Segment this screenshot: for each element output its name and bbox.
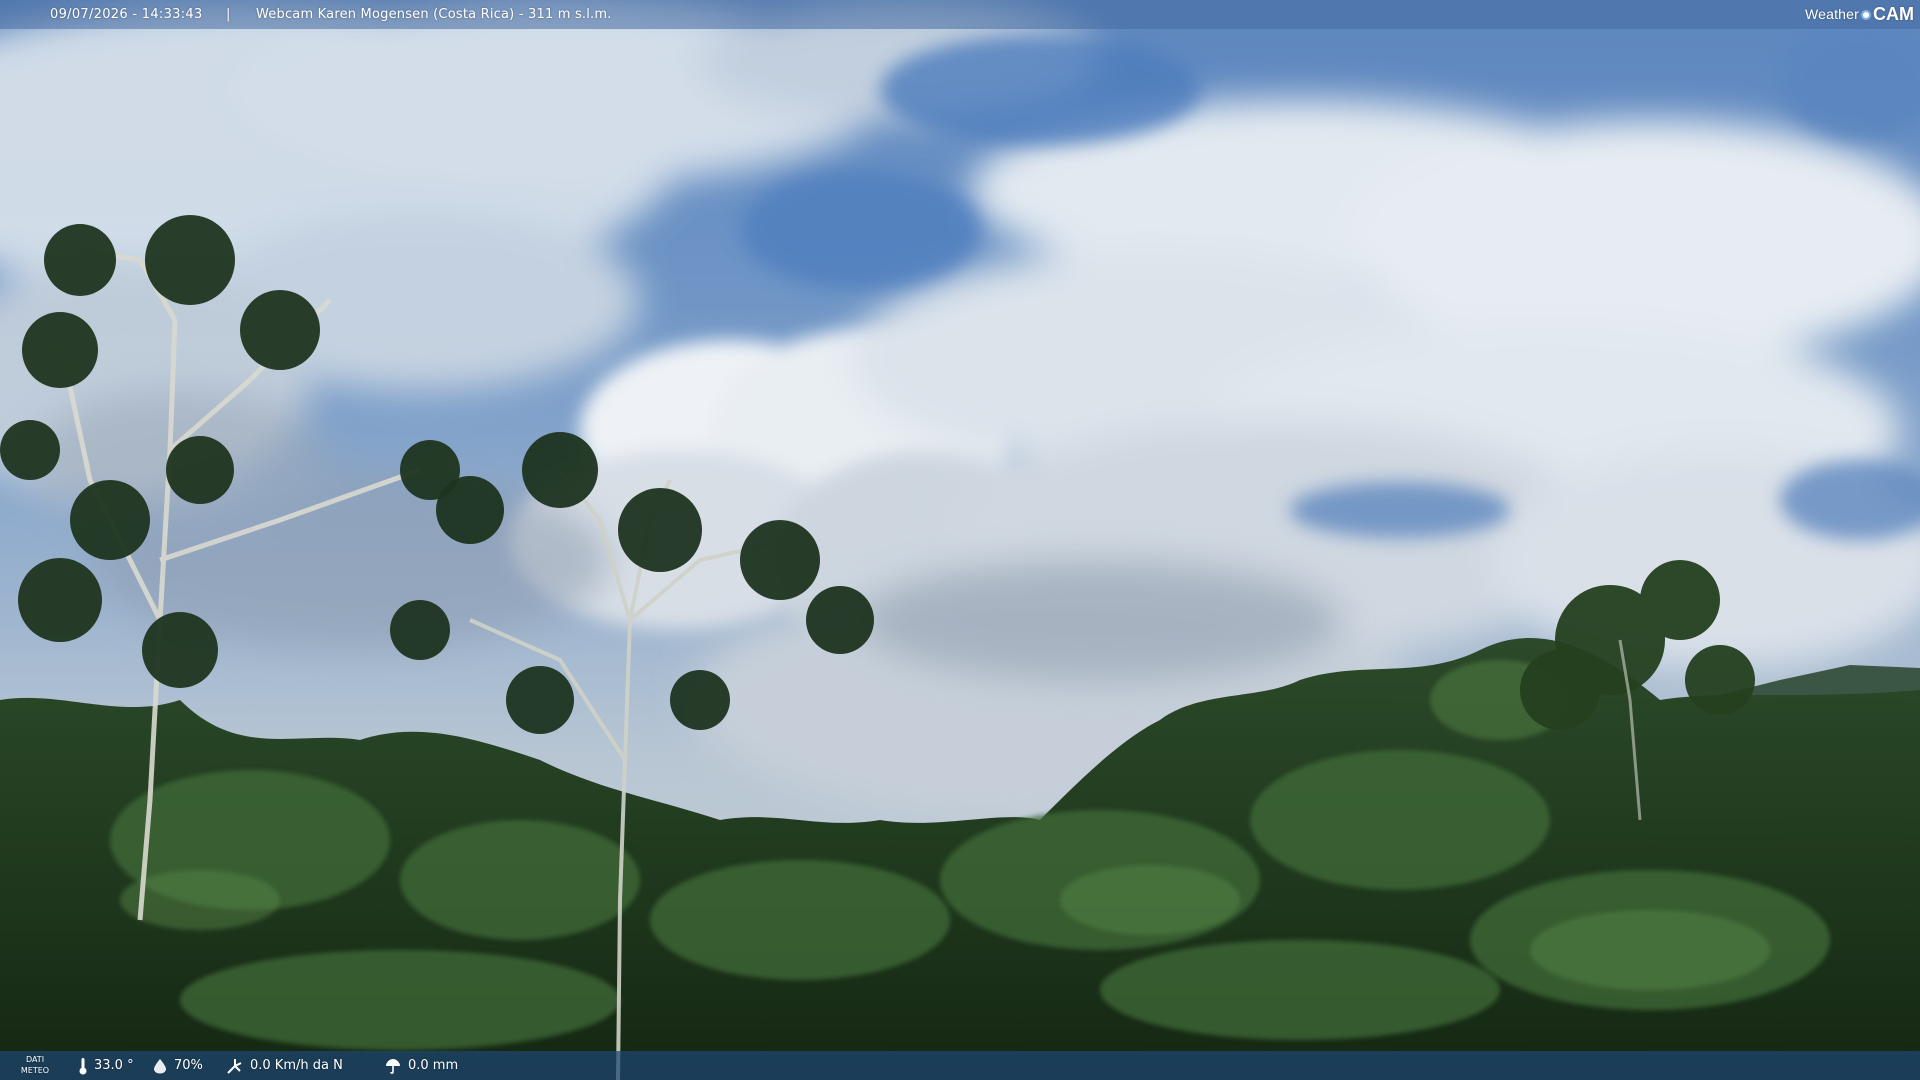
temperature-value: 33.0 °: [94, 1058, 134, 1073]
logo-text-cam: CAM: [1873, 4, 1914, 24]
rain-readout: 0.0 mm: [384, 1051, 458, 1080]
weathercam-logo: Weather CAM: [1805, 0, 1914, 29]
webcam-title: Webcam Karen Mogensen (Costa Rica) - 311…: [256, 7, 612, 22]
drop-icon: [154, 1058, 166, 1073]
logo-dot-icon: [1861, 9, 1871, 20]
webcam-image: 09/07/2026 - 14:33:43 | Webcam Karen Mog…: [0, 0, 1920, 1080]
weather-data-label: DATI METEO: [20, 1055, 50, 1075]
rain-value: 0.0 mm: [408, 1058, 459, 1073]
temperature-readout: 33.0 °: [78, 1051, 134, 1080]
header-separator: |: [226, 7, 231, 22]
weather-data-bar: DATI METEO 33.0 ° 70% 0.0 Km/h da N 0.0 …: [0, 1051, 1920, 1080]
timestamp: 09/07/2026 - 14:33:43: [50, 7, 203, 22]
wind-value: 0.0 Km/h da N: [250, 1058, 343, 1073]
logo-text-weather: Weather: [1804, 6, 1859, 22]
thermometer-icon: [79, 1057, 87, 1074]
humidity-readout: 70%: [152, 1051, 203, 1080]
rain-icon: [386, 1058, 400, 1074]
wind-readout: 0.0 Km/h da N: [226, 1051, 343, 1080]
header-bar: 09/07/2026 - 14:33:43 | Webcam Karen Mog…: [0, 0, 1920, 29]
wind-icon: [227, 1058, 242, 1074]
humidity-value: 70%: [174, 1058, 203, 1073]
forest: [0, 215, 1920, 1080]
